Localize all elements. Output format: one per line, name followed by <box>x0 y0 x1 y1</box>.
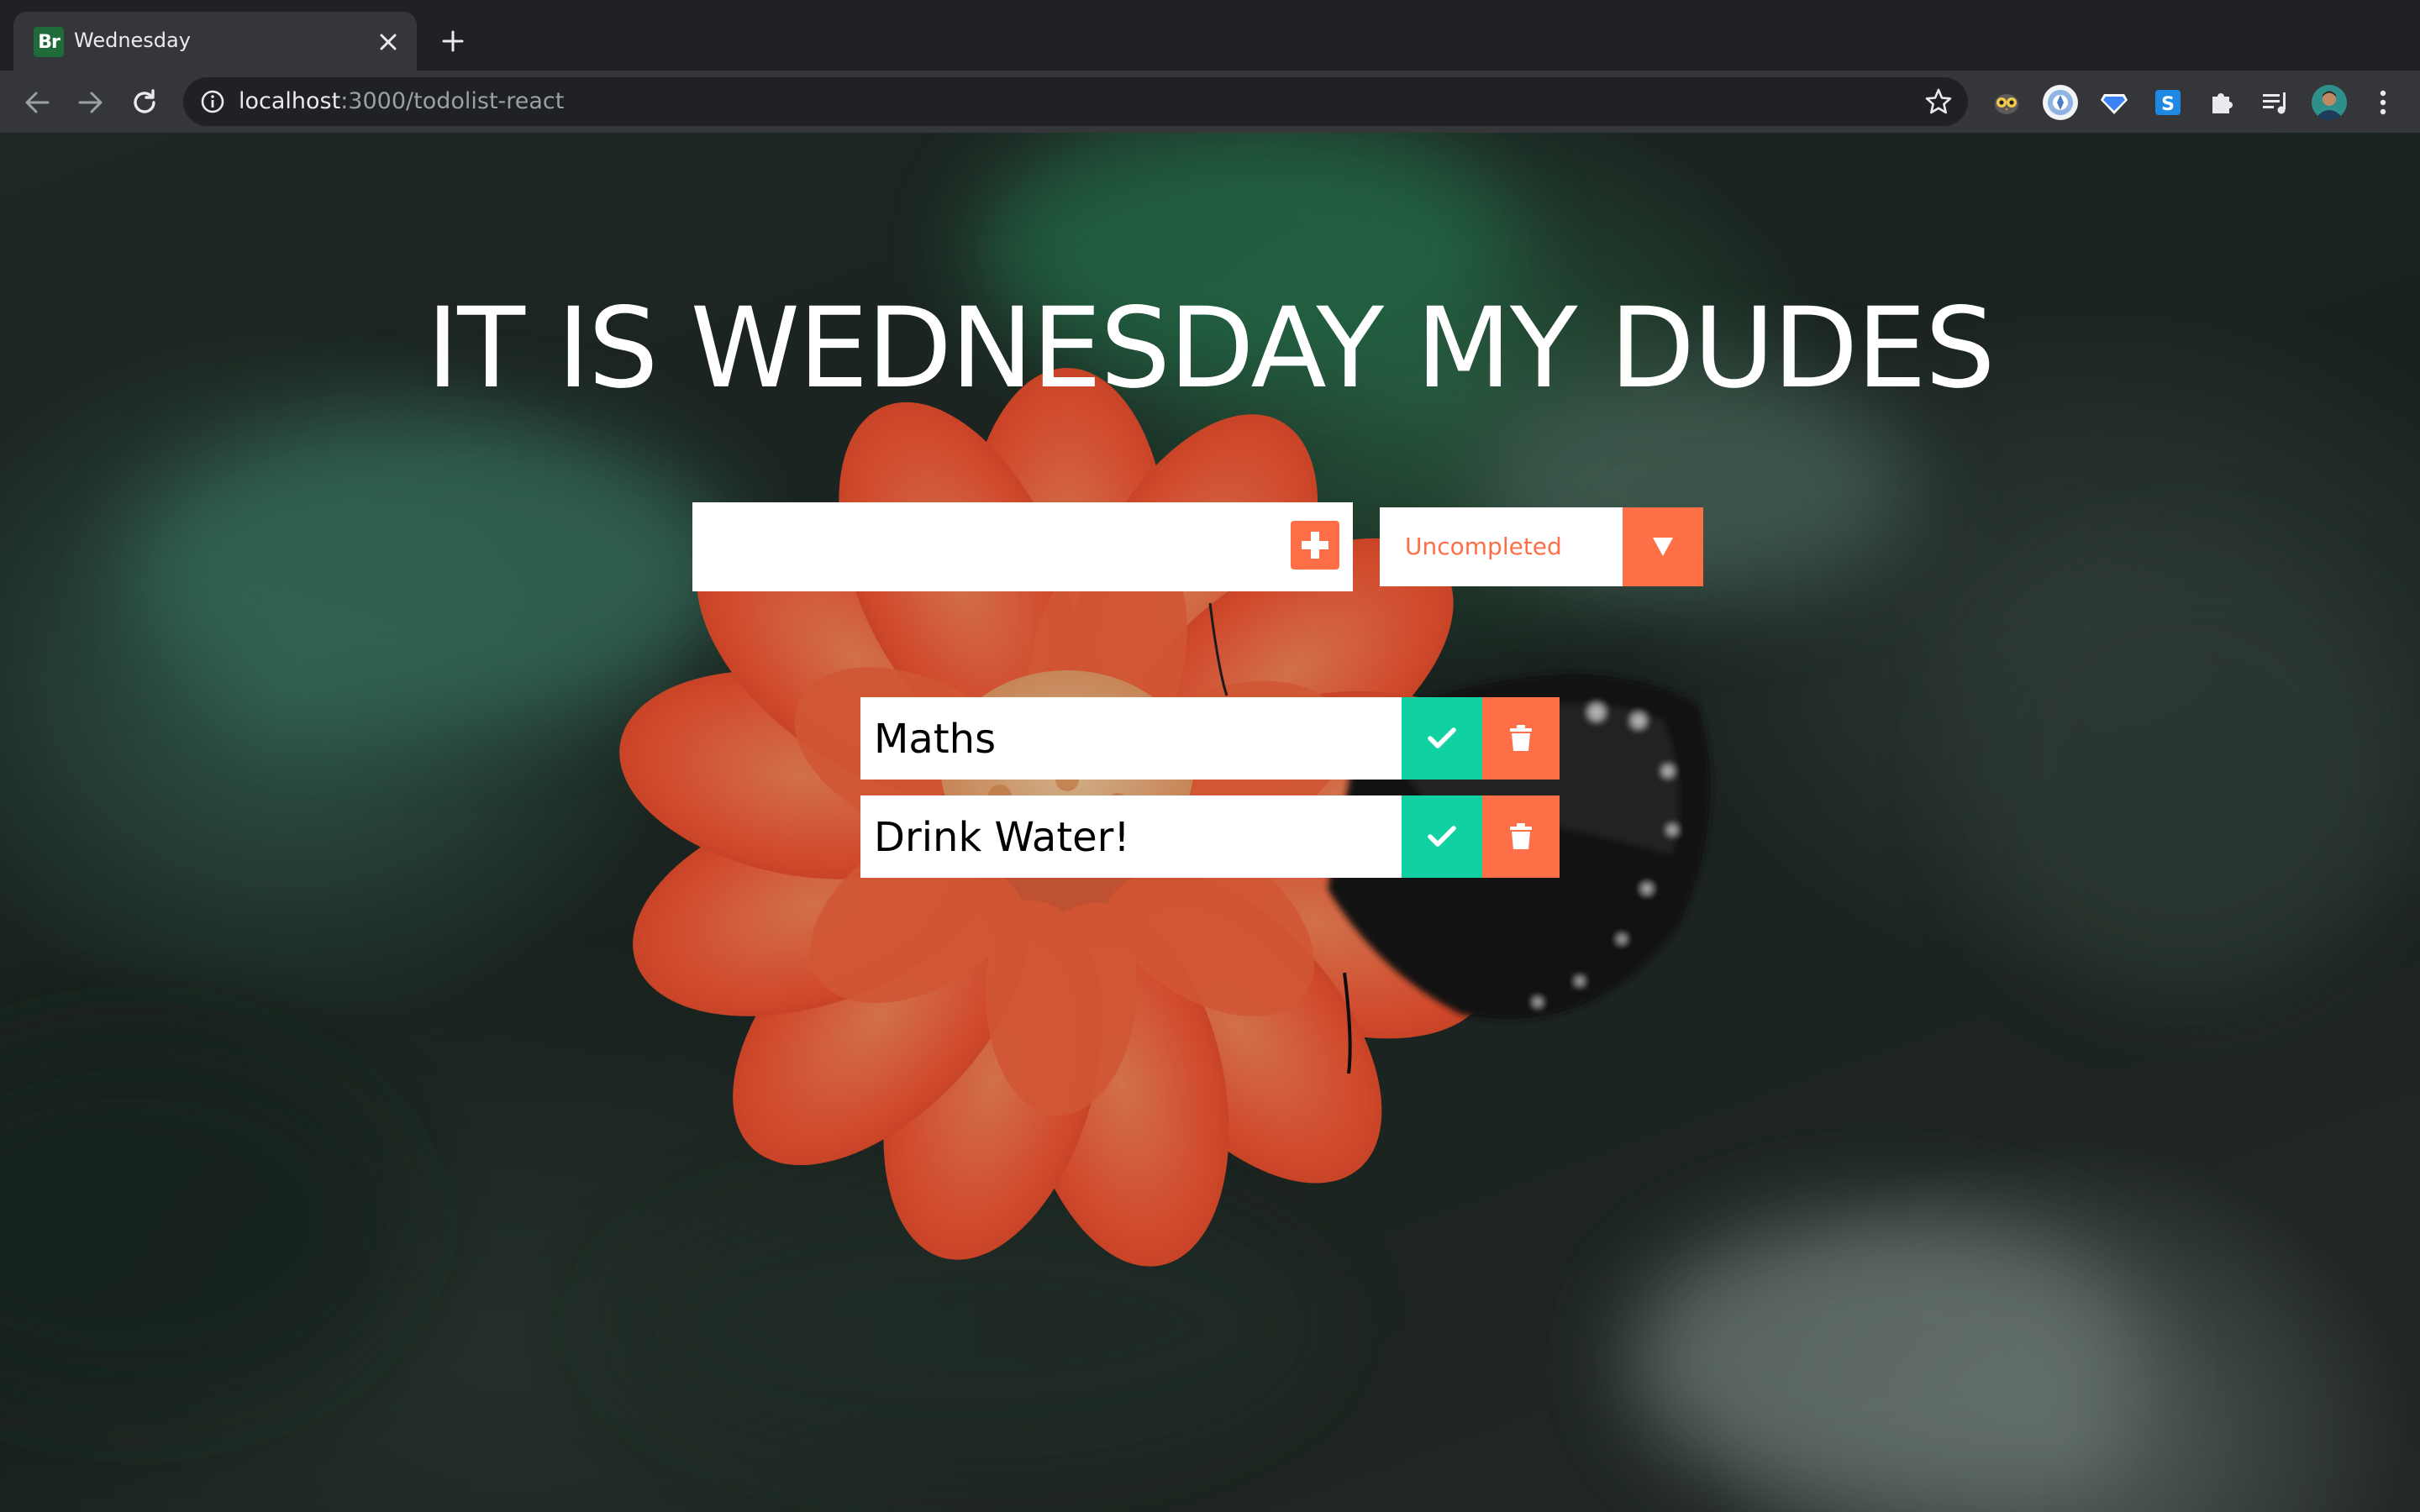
extension-diamond-icon[interactable] <box>2096 84 2133 121</box>
site-info-icon[interactable] <box>200 89 225 114</box>
filter-select[interactable]: Uncompleted <box>1380 507 1703 586</box>
media-queue-icon[interactable] <box>2257 84 2294 121</box>
reload-icon[interactable] <box>126 84 163 121</box>
url-host: localhost <box>239 88 341 114</box>
url-path: :3000/todolist-react <box>340 88 565 114</box>
todo-item: Drink Water! <box>860 795 1560 878</box>
trash-icon <box>1510 725 1532 751</box>
profile-avatar[interactable] <box>2311 84 2348 121</box>
todo-input[interactable] <box>692 502 1353 591</box>
extension-owl-icon[interactable] <box>1988 84 2025 121</box>
todo-text: Drink Water! <box>874 814 1130 861</box>
add-todo-button[interactable] <box>1291 521 1339 570</box>
bookmark-star-icon[interactable] <box>1924 87 1953 116</box>
new-tab-icon[interactable] <box>434 22 472 60</box>
dropdown-arrow-icon[interactable] <box>1623 507 1703 586</box>
page-viewport: IT IS WEDNESDAY MY DUDES Uncompleted Mat… <box>0 133 2420 1512</box>
complete-button[interactable] <box>1402 795 1482 878</box>
check-icon <box>1428 826 1456 847</box>
url-text: localhost:3000/todolist-react <box>239 88 564 114</box>
todo-item: Maths <box>860 697 1560 780</box>
todo-list: Maths Drink Water! <box>860 697 1560 894</box>
extension-s-icon[interactable]: S <box>2149 84 2186 121</box>
delete-button[interactable] <box>1482 697 1560 780</box>
tab-title: Wednesday <box>74 29 191 52</box>
trash-icon <box>1510 823 1532 849</box>
kebab-menu-icon[interactable] <box>2365 84 2402 121</box>
back-icon[interactable] <box>18 84 55 121</box>
address-bar[interactable]: localhost:3000/todolist-react <box>183 77 1968 126</box>
check-icon <box>1428 727 1456 748</box>
browser-tab[interactable]: Br Wednesday <box>13 12 417 71</box>
tab-strip: Br Wednesday <box>0 0 2420 71</box>
plus-icon <box>1302 532 1328 559</box>
puzzle-icon[interactable] <box>2203 84 2240 121</box>
page-title: IT IS WEDNESDAY MY DUDES <box>426 284 1995 414</box>
close-tab-icon[interactable] <box>371 25 405 59</box>
favicon-icon: Br <box>34 27 64 57</box>
forward-icon[interactable] <box>72 84 109 121</box>
extension-circle-icon[interactable] <box>2042 84 2079 121</box>
complete-button[interactable] <box>1402 697 1482 780</box>
filter-selected-value: Uncompleted <box>1405 533 1562 560</box>
todo-text: Maths <box>874 716 997 763</box>
svg-text:S: S <box>2161 94 2175 115</box>
delete-button[interactable] <box>1482 795 1560 878</box>
